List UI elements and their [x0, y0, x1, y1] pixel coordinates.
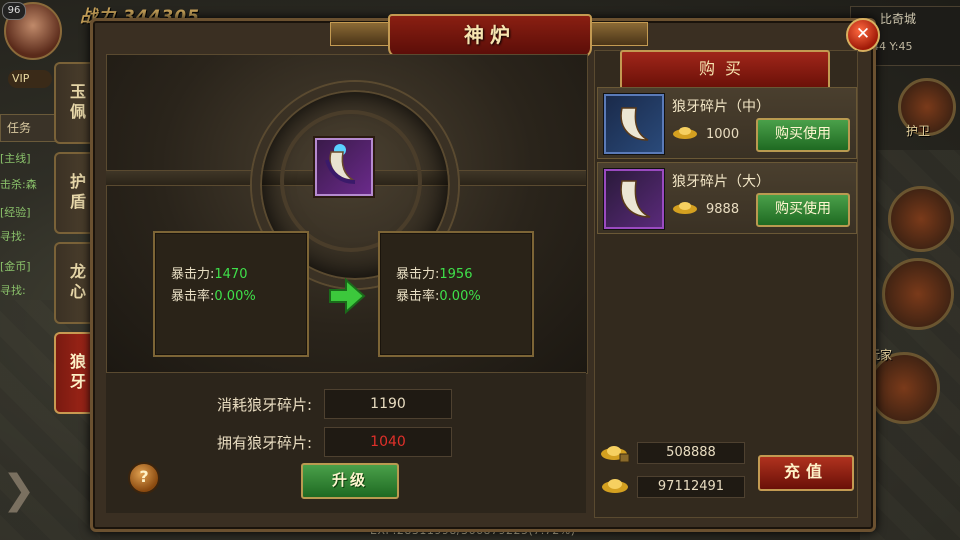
- quest-line[interactable]: 寻找:: [0, 282, 60, 298]
- wolf-fang-icon: [620, 180, 651, 218]
- shop-item: 狼牙碎片（中） 1000 购买使用: [597, 87, 857, 159]
- shop-item-name: 狼牙碎片（大）: [672, 174, 770, 190]
- quest-line[interactable]: 击杀:森: [0, 176, 60, 192]
- stat-label: 暴击率:: [171, 289, 215, 304]
- skill-button[interactable]: [882, 258, 954, 330]
- wolf-fang-icon: [620, 107, 649, 141]
- stat-label: 暴击力:: [171, 267, 215, 282]
- crit-rate-line: 暴击率:0.00%: [171, 285, 256, 304]
- owned-label: 拥有狼牙碎片:: [216, 434, 312, 452]
- shop-title: 购买: [620, 50, 830, 90]
- shop-item-price: 9888: [706, 202, 740, 217]
- crit-rate-value: 0.00%: [214, 289, 256, 304]
- quest-line[interactable]: 寻找:: [0, 228, 60, 244]
- shop-item-price: 1000: [706, 127, 740, 142]
- vip-badge[interactable]: VIP: [8, 70, 52, 88]
- buy-use-button[interactable]: 购买使用: [756, 193, 850, 227]
- player-level: 96: [2, 2, 26, 20]
- title-ornament: [586, 22, 648, 46]
- dialog-title: 神炉: [388, 14, 592, 58]
- title-ornament: [330, 22, 392, 46]
- crit-power-value: 1956: [439, 267, 473, 282]
- skill-button[interactable]: [888, 186, 954, 252]
- crit-power-line: 暴击力:1956: [396, 263, 472, 282]
- map-name: 比奇城: [880, 12, 917, 26]
- cost-label: 消耗狼牙碎片:: [216, 396, 312, 414]
- current-stats-box: 暴击力:1470 暴击率:0.00%: [153, 231, 309, 357]
- next-stats-box: 暴击力:1956 暴击率:0.00%: [378, 231, 534, 357]
- quest-line[interactable]: [经验]: [0, 204, 60, 220]
- recharge-button[interactable]: 充值: [758, 455, 854, 491]
- wolf-fang-icon: [325, 144, 356, 184]
- crit-power-line: 暴击力:1470: [171, 263, 247, 282]
- ingot-balance: 97112491: [637, 476, 745, 498]
- gold-ingot-icon: [673, 202, 697, 214]
- bound-ingot-icon: [601, 446, 630, 463]
- stat-label: 暴击率:: [396, 289, 440, 304]
- stat-label: 暴击力:: [396, 267, 440, 282]
- gold-ingot-icon: [673, 127, 697, 139]
- crit-rate-value: 0.00%: [439, 289, 481, 304]
- buy-use-button[interactable]: 购买使用: [756, 118, 850, 152]
- arrow-right-icon: [329, 277, 366, 315]
- shop-item-name: 狼牙碎片（中）: [672, 99, 770, 115]
- wolf-fang-item-slot[interactable]: [315, 138, 373, 196]
- expand-arrow-icon[interactable]: ❯: [2, 460, 36, 520]
- escort-label: 护卫: [906, 124, 931, 138]
- shop-item-icon-slot[interactable]: [604, 169, 664, 229]
- owned-value: 1040: [324, 427, 452, 457]
- cost-value: 1190: [324, 389, 452, 419]
- close-button[interactable]: ✕: [846, 18, 880, 52]
- quest-line[interactable]: [主线]: [0, 150, 60, 166]
- quest-line[interactable]: [金币]: [0, 258, 60, 274]
- crit-power-value: 1470: [214, 267, 248, 282]
- shop-item-icon-slot[interactable]: [604, 94, 664, 154]
- bound-ingot-balance: 508888: [637, 442, 745, 464]
- crit-rate-line: 暴击率:0.00%: [396, 285, 481, 304]
- gold-ingot-icon: [602, 479, 628, 493]
- shop-item: 狼牙碎片（大） 9888 购买使用: [597, 162, 857, 234]
- close-icon: ✕: [855, 24, 871, 44]
- upgrade-button[interactable]: 升级: [301, 463, 399, 499]
- help-button[interactable]: ?: [128, 462, 160, 494]
